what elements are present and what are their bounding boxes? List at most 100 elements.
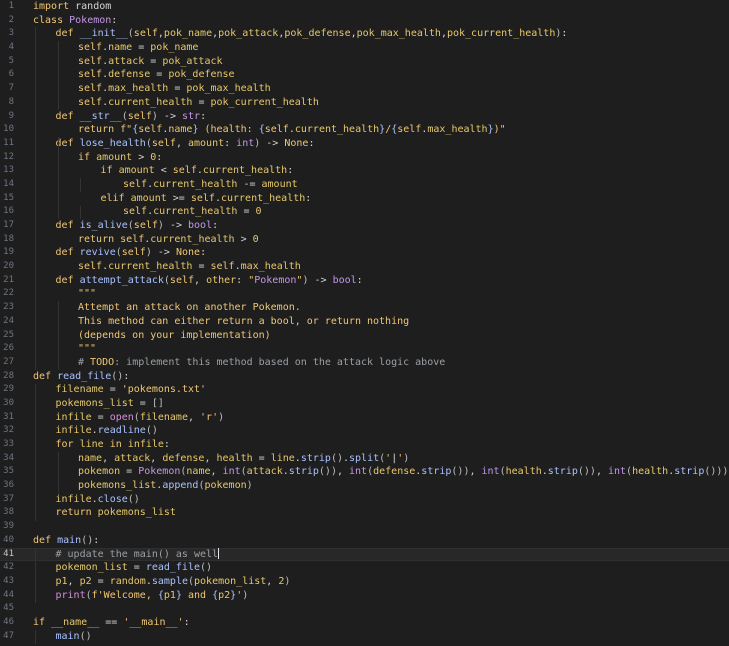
code-line[interactable]: 28 def read_file(): bbox=[0, 370, 729, 384]
code-line[interactable]: 11 def lose_health(self, amount: int) -> … bbox=[0, 137, 729, 151]
code-line[interactable]: 2 class Pokemon: bbox=[0, 14, 729, 28]
code-token: __name__ bbox=[51, 616, 100, 628]
code-token: : bbox=[123, 370, 130, 382]
code-token: () bbox=[145, 425, 158, 437]
code-line[interactable]: 10 return f"{self.name} (health: {self.cu… bbox=[0, 123, 729, 137]
code-token: """ bbox=[78, 343, 97, 355]
code-line[interactable]: 21 def attempt_attack(self, other: "Pokem… bbox=[0, 274, 729, 288]
code-line[interactable]: 17 def is_alive(self) -> bool: bbox=[0, 219, 729, 233]
code-token: , bbox=[210, 466, 223, 478]
code-line[interactable]: 24 This method can either return a bool, … bbox=[0, 315, 729, 329]
code-line[interactable]: 5 self.attack = pok_attack bbox=[0, 55, 729, 69]
line-number: 27 bbox=[3, 356, 14, 367]
code-line[interactable]: 36 pokemons_list.append(pokemon) bbox=[0, 479, 729, 493]
code-line[interactable]: 3 def __init__(self,pok_name,pok_attack,p… bbox=[0, 27, 729, 41]
code-token: def bbox=[55, 247, 74, 259]
code-token: int bbox=[349, 466, 368, 478]
code-line[interactable]: 9 def __str__(self) -> str: bbox=[0, 110, 729, 124]
line-number: 44 bbox=[3, 589, 14, 600]
code-token: elif bbox=[100, 192, 125, 204]
code-line[interactable]: 7 self.max_health = pok_max_health bbox=[0, 82, 729, 96]
code-line[interactable]: 25 (depends on your implementation) bbox=[0, 329, 729, 343]
code-token: pokemon_list bbox=[55, 562, 128, 574]
line-number: 17 bbox=[3, 220, 14, 230]
code-line[interactable]: 26 """ bbox=[0, 342, 729, 356]
code-line[interactable]: 30 pokemons_list = [] bbox=[0, 397, 729, 411]
code-line[interactable]: 16 self.current_health = 0 bbox=[0, 205, 729, 219]
code-line[interactable]: 18 return self.current_health > 0 bbox=[0, 233, 729, 247]
code-token: health bbox=[505, 466, 542, 478]
code-line[interactable]: 34 name, attack, defense, health = line.s… bbox=[0, 452, 729, 466]
line-number: 24 bbox=[3, 315, 14, 326]
code-line[interactable]: 37 infile.close() bbox=[0, 493, 729, 507]
code-text: if amount < self.current_health: bbox=[101, 164, 294, 178]
code-token: def bbox=[33, 370, 52, 382]
code-token: pok_attack bbox=[162, 55, 223, 67]
code-line[interactable]: 44 print(f'Welcome, {p1} and {p2}') bbox=[0, 589, 729, 603]
code-token: '__main__' bbox=[123, 616, 184, 628]
code-editor[interactable]: 1 import random 2 class Pokemon: 3 def __init… bbox=[0, 0, 729, 646]
code-text: import random bbox=[33, 0, 111, 14]
code-line[interactable]: 6 self.defense = pok_defense bbox=[0, 68, 729, 82]
code-token: filename bbox=[139, 411, 188, 423]
code-line[interactable]: 31 infile = open(filename, 'r') bbox=[0, 411, 729, 425]
code-line[interactable]: 23 Attempt an attack on another Pokemon. bbox=[0, 301, 729, 315]
code-line[interactable]: 41 # update the main() as well bbox=[0, 547, 729, 562]
code-token: for bbox=[55, 439, 74, 450]
code-line[interactable]: 45 bbox=[0, 602, 729, 616]
code-line[interactable]: 15 elif amount >= self.current_health: bbox=[0, 192, 729, 206]
code-line[interactable]: 8 self.current_health = pok_current_healt… bbox=[0, 96, 729, 110]
code-line[interactable]: 4 self.name = pok_name bbox=[0, 41, 729, 55]
code-token: max_health bbox=[108, 83, 169, 95]
code-line[interactable]: 27 # TODO: implement this method based on… bbox=[0, 356, 729, 370]
line-number: 41 bbox=[3, 548, 14, 559]
code-token: open bbox=[109, 411, 134, 423]
code-line[interactable]: 40 def main(): bbox=[0, 534, 729, 548]
code-token: , bbox=[175, 137, 188, 149]
code-line[interactable]: 14 self.current_health -= amount bbox=[0, 178, 729, 192]
code-line[interactable]: 35 pokemon = Pokemon(name, int(attack.str… bbox=[0, 465, 729, 479]
code-token: self bbox=[78, 96, 103, 108]
code-line[interactable]: 29 filename = 'pokemons.txt' bbox=[0, 383, 729, 397]
code-token: (health: bbox=[198, 124, 259, 136]
code-line[interactable]: 42 pokemon_list = read_file() bbox=[0, 561, 729, 575]
code-token: def bbox=[55, 220, 74, 231]
code-line[interactable]: 43 p1, p2 = random.sample(pokemon_list, 2… bbox=[0, 575, 729, 589]
code-line[interactable]: 19 def revive(self) -> None: bbox=[0, 246, 729, 260]
code-token: TODO bbox=[90, 356, 115, 368]
code-line[interactable]: 20 self.current_health = self.max_health bbox=[0, 260, 729, 274]
code-token: self bbox=[127, 110, 152, 122]
code-text: self.current_health = 0 bbox=[123, 205, 262, 219]
code-token: = bbox=[120, 466, 139, 478]
code-line[interactable]: 38 return pokemons_list bbox=[0, 506, 729, 520]
code-token: pok_current_health bbox=[210, 96, 319, 108]
code-line[interactable]: 39 bbox=[0, 520, 729, 534]
code-line[interactable]: 12 if amount > 0: bbox=[0, 151, 729, 165]
line-number: 16 bbox=[3, 206, 14, 217]
code-token: main bbox=[57, 534, 82, 546]
code-line[interactable]: 13 if amount < self.current_health: bbox=[0, 164, 729, 178]
code-text: def main(): bbox=[33, 534, 99, 548]
indent-guide bbox=[35, 548, 36, 603]
code-text: main() bbox=[56, 630, 92, 644]
line-number: 14 bbox=[3, 178, 14, 189]
code-token: = bbox=[127, 562, 146, 574]
line-number: 19 bbox=[3, 247, 14, 258]
code-token: amount bbox=[96, 151, 133, 163]
code-token: amount bbox=[261, 178, 298, 190]
code-token: : bbox=[561, 28, 568, 40]
code-token: int bbox=[607, 466, 627, 478]
code-token: ) bbox=[246, 480, 253, 492]
code-text: return f"{self.name} (health: {self.curr… bbox=[78, 123, 506, 137]
line-number: 21 bbox=[3, 274, 14, 285]
code-token: read_file bbox=[145, 562, 200, 574]
code-token: self bbox=[264, 124, 289, 136]
code-line[interactable]: 46 if __name__ == '__main__': bbox=[0, 616, 729, 630]
indent-guide bbox=[35, 27, 36, 370]
code-line[interactable]: 33 for line in infile: bbox=[0, 438, 729, 452]
code-line[interactable]: 22 """ bbox=[0, 287, 729, 301]
code-line[interactable]: 1 import random bbox=[0, 0, 729, 14]
code-lines[interactable]: 1 import random 2 class Pokemon: 3 def __init… bbox=[0, 0, 729, 643]
code-line[interactable]: 47 main() bbox=[0, 630, 729, 644]
code-line[interactable]: 32 infile.readline() bbox=[0, 424, 729, 438]
